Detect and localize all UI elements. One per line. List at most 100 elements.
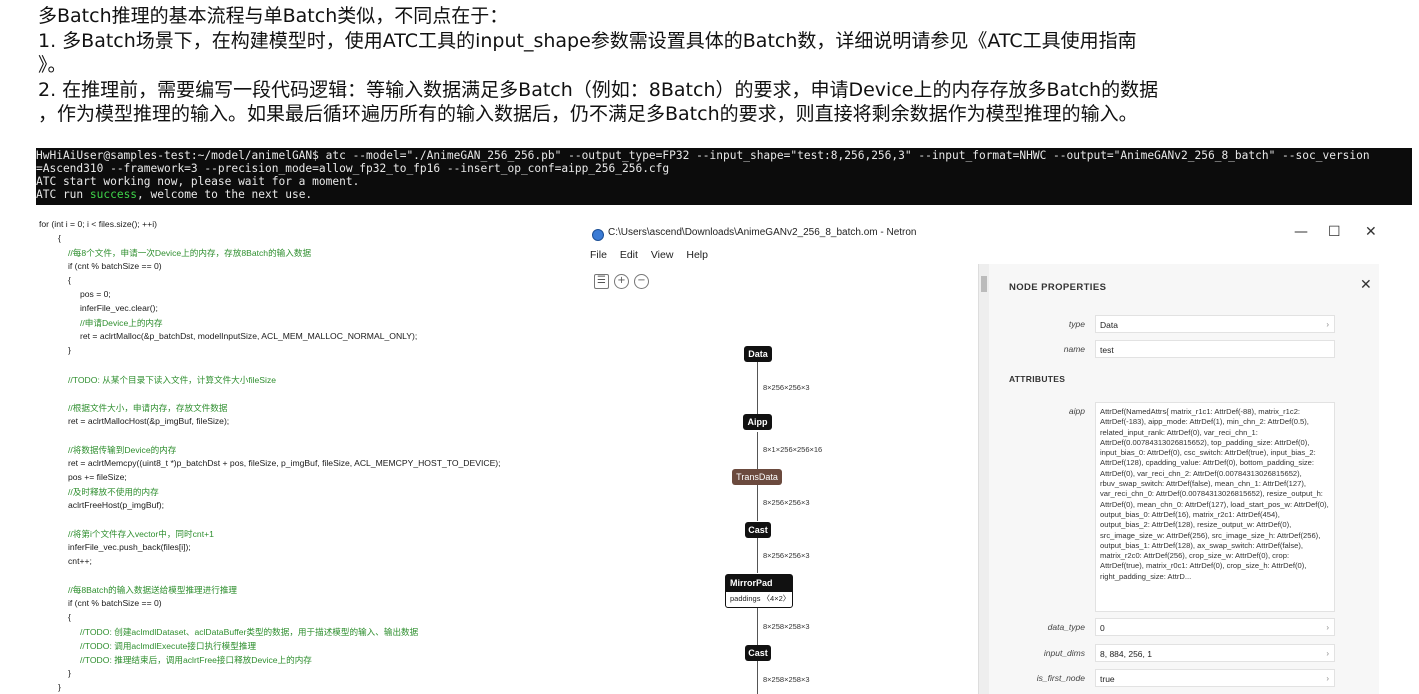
code-comment: //TODO: 推理结束后，调用aclrtFree接口释放Device上的内存 [80,655,312,665]
sidebar-toggle-icon[interactable]: ☰ [594,274,609,289]
intro-line: 多Batch推理的基本流程与单Batch类似，不同点在于： [38,5,509,27]
panel-close-icon[interactable]: ✕ [1360,277,1372,293]
chevron-right-icon: › [1326,320,1329,329]
graph-edge [757,485,758,521]
chevron-right-icon: › [1326,649,1329,658]
code-comment: //将第i个文件存入vector中，同时cnt+1 [68,529,214,539]
edge-shape-label: 8×256×256×3 [763,383,810,392]
data-type-value[interactable]: 0 › [1095,618,1335,636]
code-line: { [68,275,71,285]
model-graph: 8×256×256×3 8×1×256×256×16 8×256×256×3 8… [580,292,980,694]
name-value: test [1095,340,1335,358]
chevron-right-icon: › [1326,623,1329,632]
chevron-right-icon: › [1326,674,1329,683]
terminal-output: HwHiAiUser@samples-test:~/model/animelGA… [36,148,1412,205]
success-text: success [89,188,138,201]
menu-bar: File Edit View Help [590,249,718,261]
code-comment: //每8个文件，申请一次Device上的内存，存放8Batch的输入数据 [68,248,312,258]
code-line: ret = aclrtMemcpy((uint8_t *)p_batchDst … [68,458,501,468]
code-line: { [68,612,71,622]
code-line: aclrtFreeHost(p_imgBuf); [68,500,164,510]
intro-line: 2. 在推理前，需要编写一段代码逻辑：等输入数据满足多Batch（例如：8Bat… [38,78,1159,101]
code-line: } [58,682,61,692]
code-snippet: for (int i = 0; i < files.size(); ++i) {… [36,212,533,694]
code-comment: //申请Device上的内存 [80,318,163,328]
node-aipp[interactable]: Aipp [743,414,772,430]
code-comment: //TODO: 调用aclmdlExecute接口执行模型推理 [80,641,257,651]
node-cast[interactable]: Cast [745,645,771,661]
aipp-value: AttrDef(NamedAttrs{ matrix_r1c1: AttrDef… [1095,402,1335,612]
data-type-label: data_type [1047,622,1085,632]
intro-line: 1. 多Batch场景下，在构建模型时，使用ATC工具的input_shape参… [38,29,1137,52]
code-line: { [58,233,61,243]
scrollbar-thumb[interactable] [981,276,987,292]
edge-shape-label: 8×256×256×3 [763,498,810,507]
code-line: } [68,345,71,355]
netron-app-icon [592,229,604,241]
graph-edge [757,661,758,694]
code-line: pos += fileSize; [68,472,127,482]
type-label: type [1068,319,1085,329]
code-line: if (cnt % batchSize == 0) [68,261,162,271]
menu-help[interactable]: Help [686,249,708,261]
edge-shape-label: 8×1×256×256×16 [763,445,823,454]
data-type-text: 0 [1100,623,1105,633]
code-line: inferFile_vec.clear(); [80,303,158,313]
type-value[interactable]: Data › [1095,315,1335,333]
code-comment: //每8Batch的输入数据送给模型推理进行推理 [68,585,238,595]
code-comment: //TODO: 创建aclmdlDataset、aclDataBuffer类型的… [80,627,419,637]
terminal-line: ATC run success, welcome to the next use… [36,188,1412,201]
zoom-out-icon[interactable]: − [634,274,649,289]
node-cast[interactable]: Cast [745,522,771,538]
type-value-text: Data [1100,320,1118,330]
code-comment: //TODO: 从某个目录下读入文件，计算文件大小fileSize [68,375,277,385]
edge-shape-label: 8×258×258×3 [763,675,810,684]
graph-edge [757,362,758,414]
code-line: if (cnt % batchSize == 0) [68,598,162,608]
name-label: name [1063,344,1085,354]
menu-file[interactable]: File [590,249,607,261]
code-line: } [68,668,71,678]
intro-line: ，作为模型推理的输入。如果最后循环遍历所有的输入数据后，仍不满足多Batch的要… [38,103,1138,125]
is-first-node-value[interactable]: true › [1095,669,1335,687]
input-dims-text: 8, 884, 256, 1 [1100,649,1152,659]
attributes-heading: ATTRIBUTES [1009,374,1066,384]
graph-edge [757,607,758,645]
terminal-line: ATC start working now, please wait for a… [36,175,360,188]
code-line: cnt++; [68,556,92,566]
is-first-node-text: true [1100,674,1115,684]
terminal-line: =Ascend310 --framework=3 --precision_mod… [36,162,670,175]
input-dims-value[interactable]: 8, 884, 256, 1 › [1095,644,1335,662]
edge-shape-label: 8×256×256×3 [763,551,810,560]
node-data[interactable]: Data [744,346,772,362]
menu-edit[interactable]: Edit [620,249,638,261]
code-line: ret = aclrtMalloc(&p_batchDst, modelInpu… [80,331,418,341]
intro-line: 》。 [38,54,67,76]
menu-view[interactable]: View [651,249,674,261]
netron-window: C:\Users\ascend\Downloads\AnimeGANv2_256… [580,212,1396,694]
title-bar: C:\Users\ascend\Downloads\AnimeGANv2_256… [580,212,1396,252]
graph-edge [757,538,758,573]
code-line: pos = 0; [80,289,111,299]
minimize-button[interactable]: — [1294,224,1308,240]
terminal-text: , welcome to the next use. [137,188,313,201]
node-transdata[interactable]: TransData [732,469,782,485]
code-comment: //将数据传输到Device的内存 [68,445,177,455]
window-title: C:\Users\ascend\Downloads\AnimeGANv2_256… [608,227,917,238]
close-button[interactable]: ✕ [1365,224,1377,240]
node-mirrorpad[interactable]: MirrorPad paddings 〈4×2〉 [725,574,793,608]
node-properties-panel: NODE PROPERTIES ✕ type Data › name test A… [978,264,1379,694]
intro-text: 多Batch推理的基本流程与单Batch类似，不同点在于： 1. 多Batch场… [38,4,1368,127]
code-line: inferFile_vec.push_back(files[i]); [68,542,191,552]
zoom-in-icon[interactable]: + [614,274,629,289]
panel-title: NODE PROPERTIES [1009,282,1107,293]
code-comment: //及时释放不使用的内存 [68,487,159,497]
input-dims-label: input_dims [1043,648,1085,658]
graph-edge [757,432,758,470]
code-line: for (int i = 0; i < files.size(); ++i) [39,219,157,229]
terminal-line: HwHiAiUser@samples-test:~/model/animelGA… [36,149,1370,162]
is-first-node-label: is_first_node [1036,673,1085,683]
aipp-label: aipp [1068,406,1085,416]
maximize-button[interactable]: ☐ [1328,224,1341,240]
mirrorpad-header: MirrorPad [726,575,792,592]
